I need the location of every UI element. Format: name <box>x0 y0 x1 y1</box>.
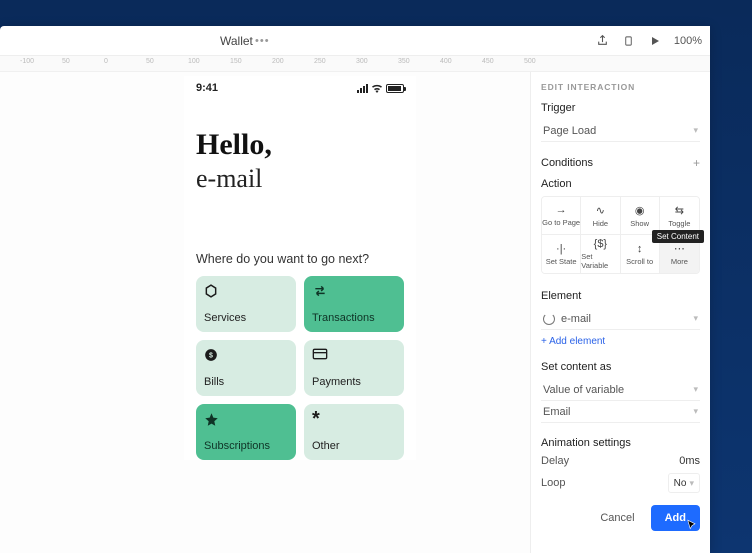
app-window: Wallet ••• 100% -10050050100150200250300… <box>0 26 710 553</box>
status-bar: 9:41 <box>184 76 416 100</box>
email-text: e-mail <box>196 164 404 194</box>
device-icon[interactable] <box>622 34 636 48</box>
action-label: Set State <box>546 257 577 266</box>
tile-label: Bills <box>204 376 288 388</box>
trigger-label: Trigger <box>541 102 700 114</box>
canvas[interactable]: 9:41 Hello, e-mail Where do you want to … <box>0 72 530 553</box>
hex-icon <box>204 284 288 298</box>
star-icon <box>204 412 288 427</box>
ruler: -10050050100150200250300350400450500 <box>0 56 710 72</box>
ruler-tick: 450 <box>482 58 494 65</box>
loop-label: Loop <box>541 477 565 489</box>
action-label: Action <box>541 178 700 190</box>
tile-transactions[interactable]: Transactions <box>304 276 404 332</box>
delay-label: Delay <box>541 455 569 467</box>
ruler-tick: 150 <box>230 58 242 65</box>
tile-label: Other <box>312 440 396 452</box>
action-icon: ↕ <box>637 243 643 255</box>
ruler-tick: -100 <box>20 58 34 65</box>
loop-select[interactable]: No▾ <box>668 473 700 493</box>
ruler-tick: 100 <box>188 58 200 65</box>
action-icon: ◉ <box>635 204 645 217</box>
panel-header: EDIT INTERACTION <box>541 82 700 92</box>
action-label: Go to Page <box>542 218 580 227</box>
phone-frame[interactable]: 9:41 Hello, e-mail Where do you want to … <box>184 76 416 460</box>
hero: Hello, e-mail <box>184 100 416 204</box>
ruler-tick: 50 <box>62 58 70 65</box>
action-icon: ⇆ <box>675 204 684 217</box>
tile-label: Transactions <box>312 312 396 324</box>
action-set-variable[interactable]: {$} Set Variable <box>581 235 620 273</box>
action-label: Hide <box>593 219 608 228</box>
add-condition-icon[interactable]: + <box>693 156 700 170</box>
action-set-state[interactable]: ·|· Set State <box>542 235 581 273</box>
hello-text: Hello, <box>196 128 404 162</box>
asterisk-icon: * <box>312 412 396 427</box>
ruler-tick: 350 <box>398 58 410 65</box>
tile-label: Subscriptions <box>204 440 288 452</box>
set-content-tooltip: Set Content <box>652 230 704 243</box>
topbar-menu-icon[interactable]: ••• <box>255 35 270 47</box>
page-title: Wallet <box>220 34 253 48</box>
element-select[interactable]: e-mail ▾ <box>541 308 700 330</box>
tile-other[interactable]: * Other <box>304 404 404 460</box>
ruler-tick: 300 <box>356 58 368 65</box>
action-icon: → <box>556 204 567 216</box>
action-label: More <box>671 257 688 266</box>
action-label: Set Variable <box>581 252 619 270</box>
ruler-tick: 400 <box>440 58 452 65</box>
tile-grid: Services Transactions $ Bills Payments Subscr… <box>184 276 416 460</box>
action-icon: ∿ <box>596 204 605 217</box>
workspace: 9:41 Hello, e-mail Where do you want to … <box>0 72 710 553</box>
play-icon[interactable] <box>648 34 662 48</box>
ruler-tick: 0 <box>104 58 108 65</box>
share-icon[interactable] <box>596 34 610 48</box>
cursor-icon <box>686 519 698 531</box>
animation-label: Animation settings <box>541 437 700 449</box>
cancel-button[interactable]: Cancel <box>592 506 642 530</box>
battery-icon <box>386 84 404 93</box>
signal-icon <box>357 84 368 93</box>
topbar: Wallet ••• 100% <box>0 26 710 56</box>
tile-bills[interactable]: $ Bills <box>196 340 296 396</box>
set-content-label: Set content as <box>541 361 700 373</box>
zoom-level[interactable]: 100% <box>674 35 702 47</box>
swap-icon <box>312 284 396 298</box>
action-label: Toggle <box>668 219 690 228</box>
svg-text:$: $ <box>209 352 213 359</box>
tile-services[interactable]: Services <box>196 276 296 332</box>
variable-select[interactable]: Email▾ <box>541 401 700 423</box>
action-icon: ·|· <box>556 243 566 255</box>
refresh-icon <box>543 313 555 325</box>
ruler-tick: 500 <box>524 58 536 65</box>
status-time: 9:41 <box>196 82 218 94</box>
add-element-link[interactable]: + Add element <box>541 336 605 347</box>
trigger-select[interactable]: Page Load▾ <box>541 120 700 142</box>
action-icon: ⋯ <box>674 242 685 255</box>
set-content-select[interactable]: Value of variable▾ <box>541 379 700 401</box>
prompt-text: Where do you want to go next? <box>184 204 416 276</box>
element-label: Element <box>541 290 700 302</box>
inspector-panel: EDIT INTERACTION Trigger Page Load▾ Cond… <box>530 72 710 553</box>
action-label: Show <box>630 219 649 228</box>
delay-value[interactable]: 0ms <box>679 455 700 467</box>
tile-payments[interactable]: Payments <box>304 340 404 396</box>
action-label: Scroll to <box>626 257 653 266</box>
dollar-icon: $ <box>204 348 288 362</box>
ruler-tick: 200 <box>272 58 284 65</box>
conditions-label: Conditions <box>541 157 593 169</box>
tile-label: Payments <box>312 376 396 388</box>
card-icon <box>312 348 396 360</box>
action-hide[interactable]: ∿ Hide <box>581 197 620 235</box>
ruler-tick: 50 <box>146 58 154 65</box>
action-icon: {$} <box>594 238 607 250</box>
action-go-to-page[interactable]: → Go to Page <box>542 197 581 235</box>
wifi-icon <box>371 84 383 93</box>
tile-subscriptions[interactable]: Subscriptions <box>196 404 296 460</box>
ruler-tick: 250 <box>314 58 326 65</box>
tile-label: Services <box>204 312 288 324</box>
